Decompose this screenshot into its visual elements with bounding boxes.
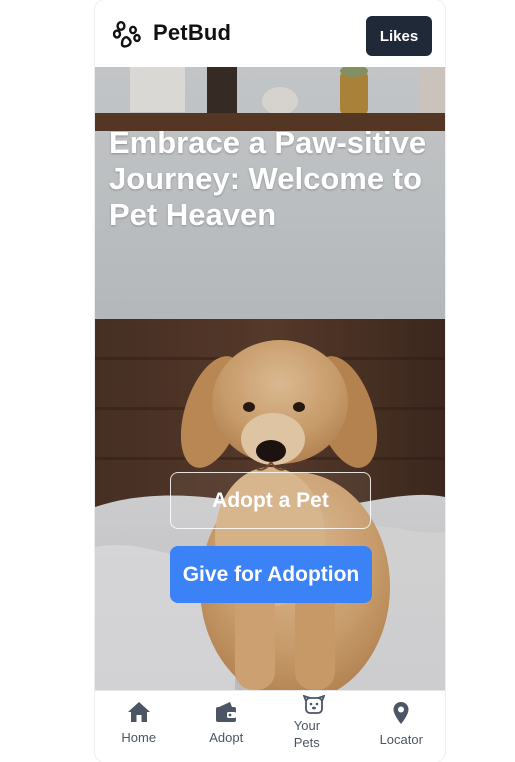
bottom-nav: Home Adopt Your Pets Locator (95, 690, 445, 762)
nav-label-your-pets: Your Pets (293, 718, 321, 750)
home-icon (127, 702, 150, 722)
pet-face-icon (302, 695, 325, 714)
map-pin-icon (393, 702, 409, 724)
nav-label-adopt: Adopt (209, 730, 244, 745)
hero-title: Embrace a Paw-sitive Journey: Welcome to… (109, 125, 427, 232)
hero-section: Embrace a Paw-sitive Journey: Welcome to… (95, 67, 445, 690)
brand-name: PetBud (153, 20, 232, 45)
app-frame: PetBud Likes Embrace a Paw-sitive Journe… (95, 0, 445, 762)
likes-button[interactable]: Likes (366, 16, 432, 56)
paw-icon (113, 21, 141, 48)
wallet-icon (216, 702, 237, 722)
nav-item-home[interactable]: Home (95, 691, 183, 762)
nav-item-adopt[interactable]: Adopt (183, 691, 271, 762)
top-header: PetBud Likes (95, 0, 445, 67)
adopt-a-pet-button[interactable]: Adopt a Pet (170, 472, 371, 529)
nav-label-home: Home (121, 730, 157, 745)
nav-item-locator[interactable]: Locator (358, 691, 446, 762)
nav-item-your-pets[interactable]: Your Pets (270, 691, 358, 762)
give-for-adoption-button[interactable]: Give for Adoption (170, 546, 372, 603)
nav-label-locator: Locator (379, 732, 423, 747)
